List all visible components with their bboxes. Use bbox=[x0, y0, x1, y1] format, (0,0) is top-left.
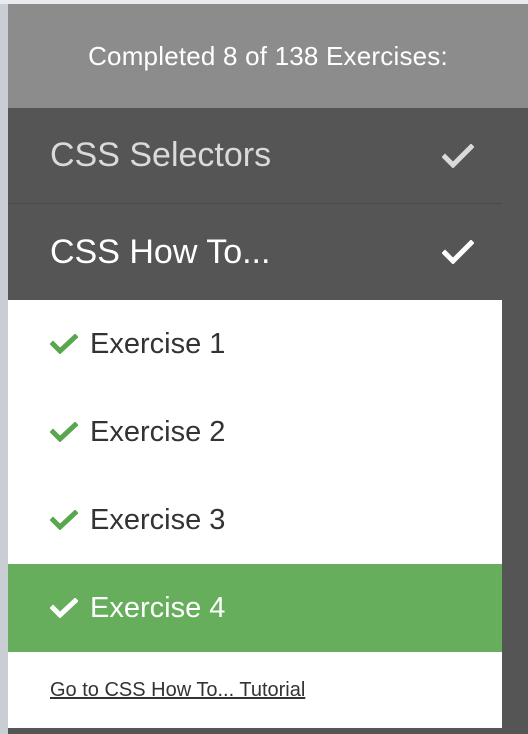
section-label: CSS Selectors bbox=[50, 136, 272, 174]
exercise-progress-panel: Completed 8 of 138 Exercises: CSS Select… bbox=[8, 4, 528, 734]
exercise-label: Exercise 2 bbox=[90, 415, 226, 448]
section-css-selectors[interactable]: CSS Selectors bbox=[8, 108, 502, 204]
checkmark-icon bbox=[442, 143, 474, 168]
checkmark-icon bbox=[50, 334, 80, 354]
exercise-item-2[interactable]: Exercise 2 bbox=[8, 388, 502, 476]
exercise-label: Exercise 1 bbox=[90, 327, 226, 360]
exercise-item-1[interactable]: Exercise 1 bbox=[8, 300, 502, 388]
checkmark-icon bbox=[442, 240, 474, 264]
section-css-how-to[interactable]: CSS How To... bbox=[8, 204, 502, 300]
tutorial-link-row: Go to CSS How To... Tutorial bbox=[8, 652, 502, 728]
go-to-tutorial-link[interactable]: Go to CSS How To... Tutorial bbox=[50, 679, 305, 702]
exercise-list: Exercise 1 Exercise 2 Exercise 3 Exercis… bbox=[8, 300, 502, 652]
checkmark-icon bbox=[50, 422, 80, 442]
checkmark-icon bbox=[50, 598, 80, 618]
exercise-item-3[interactable]: Exercise 3 bbox=[8, 476, 502, 564]
exercise-label: Exercise 3 bbox=[90, 503, 226, 536]
progress-title: Completed 8 of 138 Exercises: bbox=[88, 40, 448, 71]
checkmark-icon bbox=[50, 510, 80, 530]
progress-header: Completed 8 of 138 Exercises: bbox=[8, 4, 528, 108]
exercise-item-4[interactable]: Exercise 4 bbox=[8, 564, 502, 652]
section-label: CSS How To... bbox=[50, 232, 271, 271]
exercise-label: Exercise 4 bbox=[90, 591, 226, 624]
